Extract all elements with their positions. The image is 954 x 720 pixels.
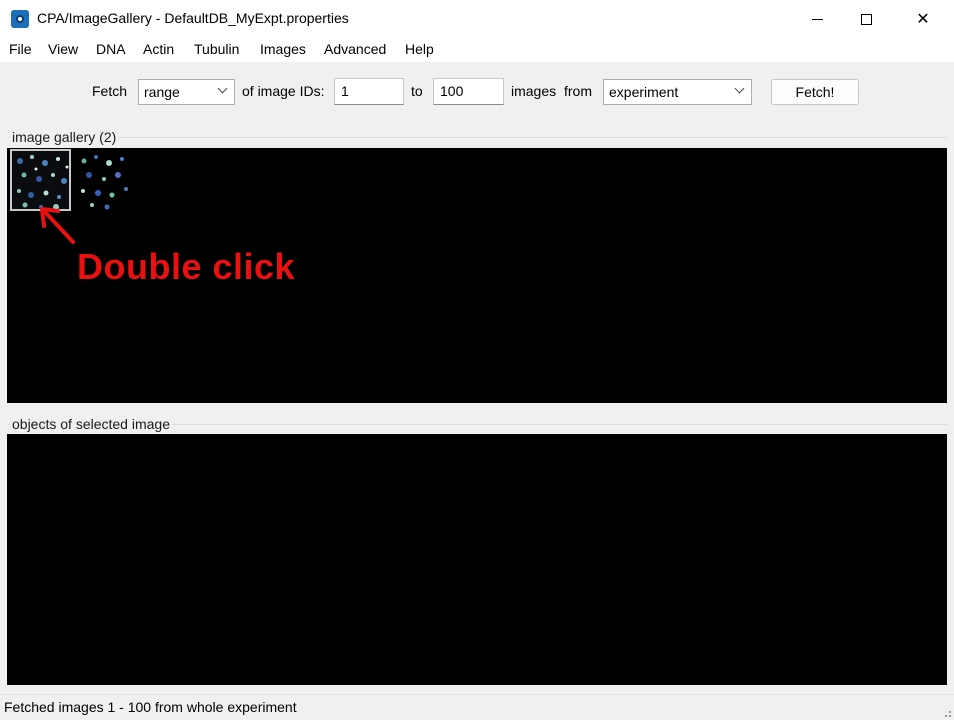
fetch-mode-select[interactable]: range bbox=[138, 79, 235, 105]
to-id-field[interactable]: 100 bbox=[433, 78, 504, 105]
close-icon: ✕ bbox=[916, 11, 930, 28]
from-id-field[interactable]: 1 bbox=[334, 78, 404, 105]
menu-images[interactable]: Images bbox=[260, 41, 306, 57]
source-value: experiment bbox=[609, 84, 679, 100]
objects-panel[interactable] bbox=[7, 434, 947, 685]
cpa-app-icon bbox=[11, 10, 29, 28]
minimize-button[interactable] bbox=[794, 0, 840, 38]
menu-help[interactable]: Help bbox=[405, 41, 434, 57]
annotation-arrow-icon bbox=[40, 207, 75, 244]
menu-actin[interactable]: Actin bbox=[143, 41, 174, 57]
minimize-icon bbox=[811, 18, 823, 20]
from-id-value: 1 bbox=[341, 83, 349, 99]
images-label: images bbox=[511, 83, 557, 99]
from-label: from bbox=[564, 83, 592, 99]
chevron-down-icon bbox=[217, 83, 228, 94]
title-bar: CPA/ImageGallery - DefaultDB_MyExpt.prop… bbox=[0, 0, 954, 38]
gallery-group-label: image gallery (2) bbox=[10, 129, 119, 145]
fetch-label: Fetch bbox=[92, 83, 128, 99]
status-text: Fetched images 1 - 100 from whole experi… bbox=[4, 699, 297, 715]
to-id-value: 100 bbox=[440, 83, 464, 99]
menu-file[interactable]: File bbox=[9, 41, 32, 57]
status-bar: Fetched images 1 - 100 from whole experi… bbox=[0, 694, 954, 720]
gallery-group-border bbox=[7, 137, 947, 138]
maximize-icon bbox=[860, 13, 872, 25]
close-button[interactable]: ✕ bbox=[900, 0, 946, 38]
double-click-annotation: Double click bbox=[77, 246, 296, 287]
menu-view[interactable]: View bbox=[48, 41, 78, 57]
to-label: to bbox=[411, 83, 423, 99]
of-image-ids-label: of image IDs: bbox=[242, 83, 325, 99]
objects-group-label: objects of selected image bbox=[10, 416, 172, 432]
menu-dna[interactable]: DNA bbox=[96, 41, 126, 57]
maximize-button[interactable] bbox=[843, 0, 889, 38]
resize-grip-icon[interactable] bbox=[941, 707, 951, 717]
fetch-mode-value: range bbox=[144, 84, 180, 100]
main-content: Fetch range of image IDs: 1 to 100 image… bbox=[1, 62, 953, 719]
menu-tubulin[interactable]: Tubulin bbox=[194, 41, 239, 57]
menu-advanced[interactable]: Advanced bbox=[324, 41, 386, 57]
chevron-down-icon bbox=[734, 83, 745, 94]
window-title: CPA/ImageGallery - DefaultDB_MyExpt.prop… bbox=[37, 10, 349, 26]
fetch-button[interactable]: Fetch! bbox=[771, 79, 859, 105]
menu-bar: File View DNA Actin Tubulin Images Advan… bbox=[0, 38, 954, 62]
source-select[interactable]: experiment bbox=[603, 79, 752, 105]
